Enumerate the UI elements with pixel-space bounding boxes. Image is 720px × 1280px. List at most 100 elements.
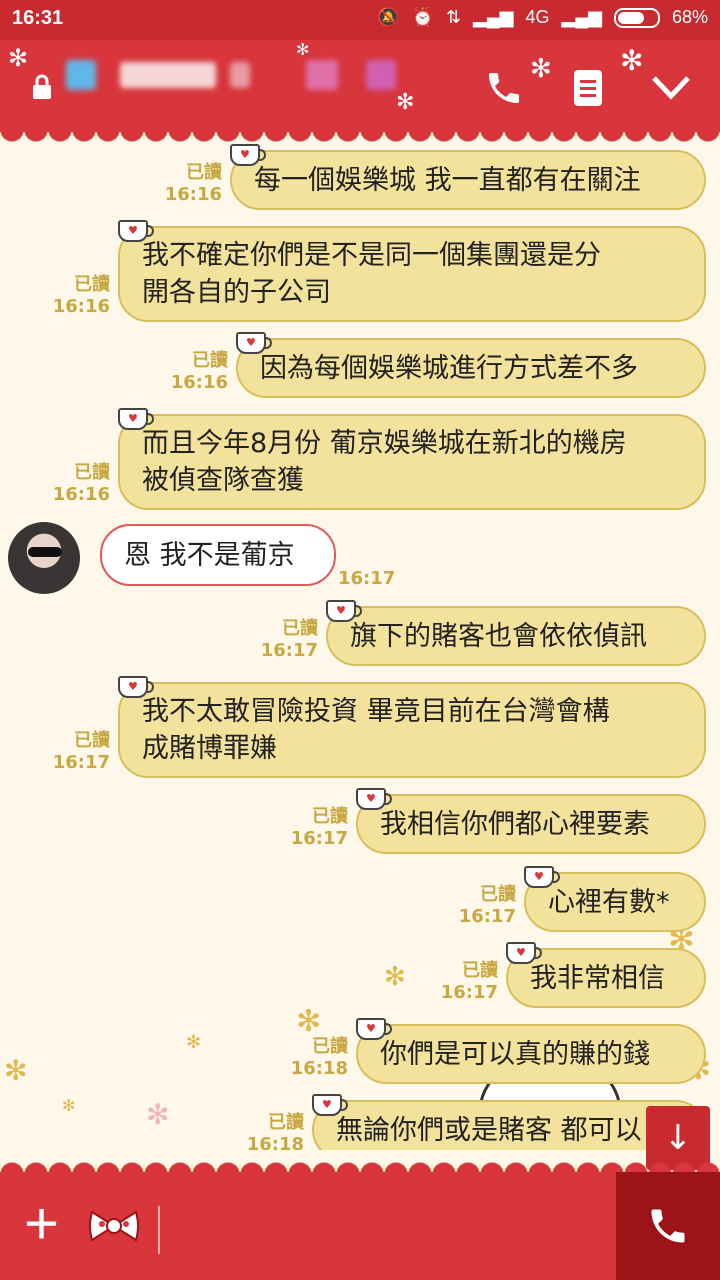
read-receipt: 已讀 16:18 [242,1112,304,1150]
signal-icon: ▂▄▆ [473,7,514,27]
teacup-icon: ♥ [236,332,272,354]
message-text: 我相信你們都心裡要素 [380,808,650,840]
outgoing-message-bubble[interactable]: 你們是可以真的賺的錢 [356,1024,706,1084]
teacup-icon: ♥ [230,144,266,166]
teacup-icon: ♥ [524,866,560,888]
notes-icon[interactable] [572,68,604,112]
snowflake-icon: ✻ [384,962,406,992]
plus-icon[interactable]: + [24,1194,59,1254]
teacup-icon: ♥ [356,1018,392,1040]
read-receipt: 已讀 16:16 [166,350,228,394]
teacup-icon: ♥ [506,942,542,964]
outgoing-message-bubble[interactable]: 旗下的賭客也會依依偵訊 [326,606,706,666]
message-text: 旗下的賭客也會依依偵訊 [350,620,647,652]
teacup-icon: ♥ [118,408,154,430]
read-receipt: 已讀 16:17 [436,960,498,1004]
message-text: 我不太敢冒險投資 畢竟目前在台灣會構 成賭博罪嫌 [142,693,610,767]
read-receipt: 已讀 16:18 [286,1036,348,1080]
battery-percent: 68% [671,7,708,27]
read-receipt: 已讀 16:17 [256,618,318,662]
message-text: 心裡有數* [548,886,670,918]
signal-icon-2: ▂▄▆ [561,7,602,27]
read-label: 已讀 [186,162,222,183]
bottom-scallop [0,1160,720,1174]
outgoing-message-bubble[interactable]: 我不太敢冒險投資 畢竟目前在台灣會構 成賭博罪嫌 [118,682,706,778]
lock-icon [32,74,52,104]
message-time: 16:18 [290,1058,348,1079]
message-line: 開各自的子公司 [142,277,331,308]
message-text: 而且今年8月份 葡京娛樂城在新北的機房 被偵查隊查獲 [142,425,627,499]
chevron-down-icon[interactable] [650,74,692,106]
snowflake-icon: ✻ [62,1096,76,1115]
read-receipt: 已讀 16:17 [286,806,348,850]
message-text: 恩 我不是葡京 [124,539,295,571]
teacup-icon: ♥ [118,676,154,698]
snowflake-icon: ✻ [530,54,552,84]
outgoing-message-bubble[interactable]: 而且今年8月份 葡京娛樂城在新北的機房 被偵查隊查獲 [118,414,706,510]
snowflake-icon: ✻ [296,1004,322,1039]
outgoing-message-bubble[interactable]: 我不確定你們是不是同一個集團還是分 開各自的子公司 [118,226,706,322]
message-time: 16:17 [290,828,348,849]
teacup-icon: ♥ [326,600,362,622]
read-label: 已讀 [462,960,498,981]
contact-name-blurred-2 [230,62,250,88]
read-receipt: 已讀 16:16 [160,162,222,206]
snowflake-icon: ✻ [396,90,415,115]
message-line: 成賭博罪嫌 [142,733,277,764]
mute-icon: 🔕 [377,7,400,27]
teacup-icon: ♥ [312,1094,348,1116]
phone-icon[interactable] [484,68,524,112]
message-time: 16:16 [170,372,228,393]
chat-area[interactable]: ✻ ✻ ✻ ✻ ✻ ✻ ✻ ✻ 每一個娛樂城 我一直都有在關注♥已讀16:16我… [0,132,720,1150]
snowflake-icon: ✻ [4,1054,28,1087]
status-bar: 16:31 🔕 ⏰ ⇅ ▂▄▆ 4G ▂▄▆ 68% [0,0,720,40]
read-receipt: 已讀 16:17 [48,730,110,774]
read-label: 已讀 [74,274,110,295]
network-type: 4G [525,7,550,27]
teacup-icon: ♥ [356,788,392,810]
teacup-icon: ♥ [118,220,154,242]
contact-name-blurred[interactable] [120,62,216,88]
read-label: 已讀 [312,806,348,827]
snowflake-icon: ✻ [296,40,310,59]
message-line: 我不太敢冒險投資 畢竟目前在台灣會構 [142,696,610,727]
call-button[interactable] [616,1172,720,1280]
contact-avatar[interactable] [8,522,80,594]
message-text: 你們是可以真的賺的錢 [380,1038,650,1070]
alarm-icon: ⏰ [411,7,434,27]
message-time: 16:17 [52,752,110,773]
message-text: 我非常相信 [530,962,665,994]
snowflake-icon: ✻ [186,1032,202,1053]
message-time: 16:17 [338,568,396,589]
input-divider [158,1206,160,1254]
data-transfer-icon: ⇅ [445,7,462,27]
input-bar: + [0,1160,720,1280]
outgoing-message-bubble[interactable]: 每一個娛樂城 我一直都有在關注 [230,150,706,210]
message-text: 因為每個娛樂城進行方式差不多 [260,352,638,384]
read-label: 已讀 [282,618,318,639]
read-label: 已讀 [192,350,228,371]
contact-name-blurred-3 [306,60,338,90]
battery-icon [613,7,660,28]
message-input[interactable] [170,1192,600,1262]
read-label: 已讀 [480,884,516,905]
message-line: 我不確定你們是不是同一個集團還是分 [142,240,601,271]
status-time: 16:31 [12,7,64,29]
message-text: 我不確定你們是不是同一個集團還是分 開各自的子公司 [142,237,601,311]
contact-name-blurred-4 [366,60,396,90]
read-receipt: 已讀 16:16 [48,462,110,506]
message-time: 16:18 [246,1134,304,1150]
message-time: 16:16 [52,296,110,317]
sticker-bow-icon[interactable] [88,1208,140,1244]
snowflake-icon: ✻ [146,1098,170,1131]
message-text: 無論你們或是賭客 都可以 [336,1114,642,1146]
outgoing-message-bubble[interactable]: 我相信你們都心裡要素 [356,794,706,854]
snowflake-icon: ✻ [620,44,644,77]
read-receipt: 已讀 16:16 [48,274,110,318]
incoming-message-bubble[interactable]: 恩 我不是葡京 [100,524,336,586]
message-line: 而且今年8月份 葡京娛樂城在新北的機房 [142,428,627,459]
outgoing-message-bubble[interactable]: 因為每個娛樂城進行方式差不多 [236,338,706,398]
read-label: 已讀 [312,1036,348,1057]
message-time: 16:17 [440,982,498,1003]
message-time: 16:16 [52,484,110,505]
